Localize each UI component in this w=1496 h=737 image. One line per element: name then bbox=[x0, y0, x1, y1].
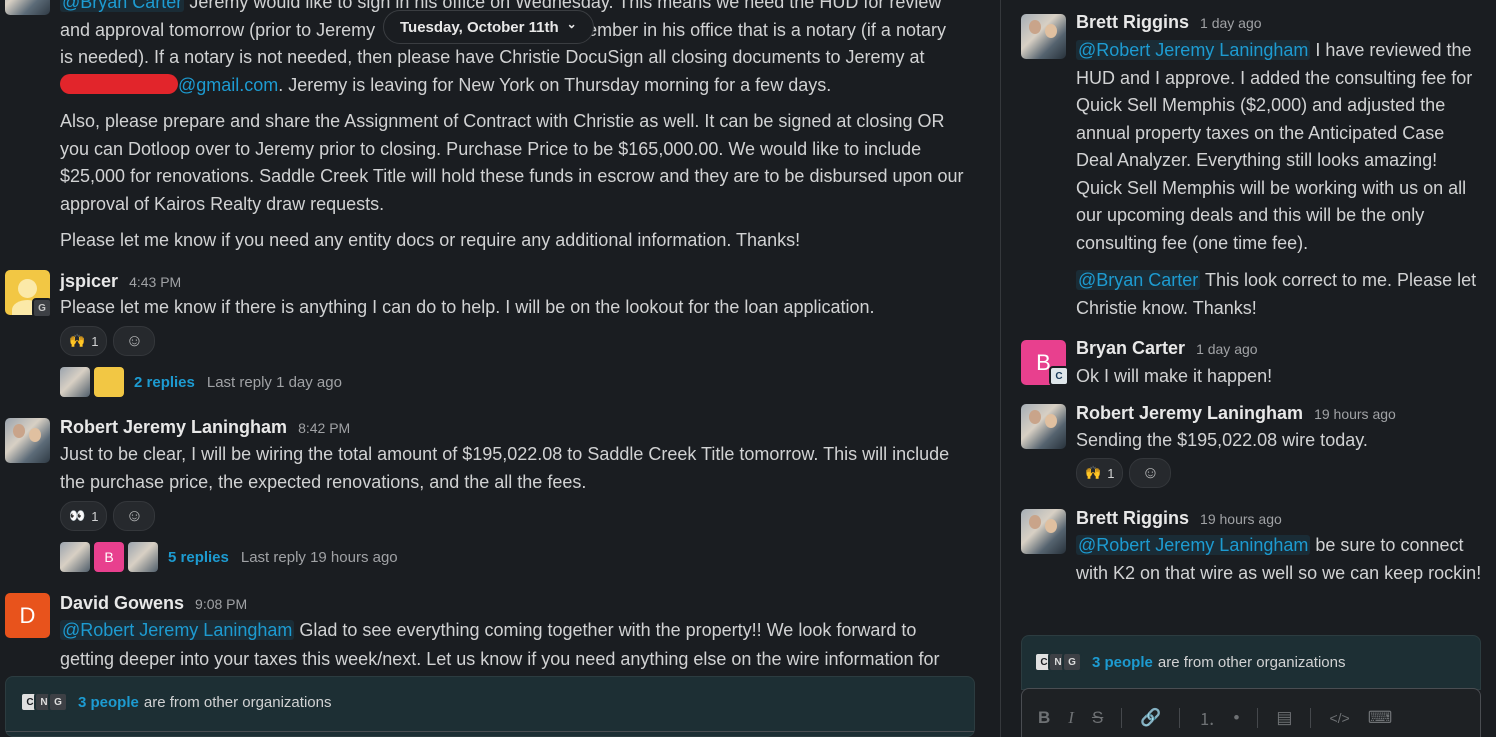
formatting-toolbar: B I S 🔗 ⒈ • ▤ </> ⌨ bbox=[1038, 705, 1392, 730]
channel-messages: @Bryan Carter Jeremy would like to sign … bbox=[0, 0, 986, 737]
avatar bbox=[60, 542, 90, 572]
avatar[interactable] bbox=[1021, 509, 1066, 554]
avatar[interactable] bbox=[1021, 404, 1066, 449]
mention[interactable]: @Robert Jeremy Laningham bbox=[1076, 535, 1311, 555]
bold-icon[interactable]: B bbox=[1038, 708, 1050, 728]
avatar bbox=[94, 367, 124, 397]
message-text: Please let me know if there is anything … bbox=[60, 297, 875, 317]
external-org-banner: CNG 3 people are from other organization… bbox=[1021, 635, 1481, 690]
mention[interactable]: @Robert Jeremy Laningham bbox=[1076, 40, 1311, 60]
code-block-icon[interactable]: ⌨ bbox=[1368, 708, 1393, 728]
timestamp[interactable]: 9:08 PM bbox=[195, 596, 247, 612]
org-avatar-stack: CNG bbox=[1034, 652, 1082, 672]
external-org-banner: CNG 3 people are from other organization… bbox=[5, 676, 975, 737]
reply-composer[interactable]: B I S 🔗 ⒈ • ▤ </> ⌨ bbox=[1021, 688, 1481, 737]
thread-summary[interactable]: 2 replies Last reply 1 day ago bbox=[60, 367, 342, 397]
add-reaction-icon[interactable]: ☺ bbox=[113, 501, 156, 531]
people-link[interactable]: 3 people bbox=[1092, 654, 1153, 671]
message-text: Just to be clear, I will be wiring the t… bbox=[60, 444, 950, 492]
timestamp[interactable]: 1 day ago bbox=[1196, 341, 1258, 357]
redaction-mark bbox=[60, 73, 178, 94]
timestamp[interactable]: 19 hours ago bbox=[1200, 511, 1282, 527]
avatar bbox=[60, 367, 90, 397]
mention[interactable]: @Bryan Carter bbox=[60, 0, 185, 12]
timestamp[interactable]: 1 day ago bbox=[1200, 15, 1262, 31]
last-reply-text: Last reply 1 day ago bbox=[206, 373, 342, 391]
sender-name[interactable]: Robert Jeremy Laningham bbox=[1076, 403, 1303, 423]
mention[interactable]: @Robert Jeremy Laningham bbox=[60, 620, 295, 640]
blockquote-icon[interactable]: ▤ bbox=[1276, 708, 1292, 728]
people-link[interactable]: 3 people bbox=[78, 694, 139, 711]
email-link[interactable]: @gmail.com bbox=[178, 75, 278, 95]
reaction-raised-hands[interactable]: 🙌 1 bbox=[60, 326, 108, 356]
chevron-down-icon: ⌄ bbox=[566, 17, 577, 31]
link-icon[interactable]: 🔗 bbox=[1140, 708, 1161, 728]
avatar[interactable] bbox=[1021, 14, 1066, 59]
sender-name[interactable]: Brett Riggins bbox=[1076, 508, 1189, 528]
reaction-raised-hands[interactable]: 🙌 1 bbox=[1076, 458, 1124, 488]
sender-name[interactable]: David Gowens bbox=[60, 593, 184, 613]
sender-name[interactable]: jspicer bbox=[60, 271, 118, 291]
avatar[interactable]: D bbox=[5, 593, 50, 638]
code-icon[interactable]: </> bbox=[1329, 710, 1349, 726]
add-reaction-icon[interactable]: ☺ bbox=[1129, 458, 1172, 488]
timestamp[interactable]: 4:43 PM bbox=[129, 274, 181, 290]
sender-name[interactable]: Robert Jeremy Laningham bbox=[60, 417, 287, 437]
timestamp[interactable]: 19 hours ago bbox=[1314, 406, 1396, 422]
add-reaction-icon[interactable]: ☺ bbox=[113, 326, 156, 356]
mention[interactable]: @Bryan Carter bbox=[1076, 270, 1201, 290]
thread-pane: Brett Riggins 1 day ago @Robert Jeremy L… bbox=[1001, 0, 1496, 737]
replies-link[interactable]: 2 replies bbox=[134, 374, 195, 391]
avatar[interactable] bbox=[5, 0, 50, 15]
reaction-eyes[interactable]: 👀 1 bbox=[60, 501, 108, 531]
avatar bbox=[128, 542, 158, 572]
date-divider-pill[interactable]: Tuesday, October 11th ⌄ bbox=[383, 10, 594, 44]
org-badge: C bbox=[1049, 366, 1069, 386]
last-reply-text: Last reply 19 hours ago bbox=[240, 548, 398, 566]
org-avatar-stack: CNG bbox=[20, 692, 68, 712]
italic-icon[interactable]: I bbox=[1068, 708, 1074, 728]
replies-link[interactable]: 5 replies bbox=[168, 549, 229, 566]
timestamp[interactable]: 8:42 PM bbox=[298, 420, 350, 436]
message-composer[interactable] bbox=[6, 731, 974, 737]
message-text: Ok I will make it happen! bbox=[1076, 366, 1273, 386]
message-text: Sending the $195,022.08 wire today. bbox=[1076, 430, 1368, 450]
thread-summary[interactable]: B 5 replies Last reply 19 hours ago bbox=[60, 542, 398, 572]
ordered-list-icon[interactable]: ⒈ bbox=[1198, 705, 1215, 730]
bulleted-list-icon[interactable]: • bbox=[1233, 708, 1239, 728]
org-badge: G bbox=[32, 298, 52, 318]
message-text: @Robert Jeremy Laningham I have reviewed… bbox=[1076, 40, 1477, 318]
strikethrough-icon[interactable]: S bbox=[1092, 708, 1103, 728]
message-text: @Robert Jeremy Laningham be sure to conn… bbox=[1076, 535, 1482, 583]
avatar: B bbox=[94, 542, 124, 572]
avatar[interactable] bbox=[5, 418, 50, 463]
sender-name[interactable]: Brett Riggins bbox=[1076, 12, 1189, 32]
sender-name[interactable]: Bryan Carter bbox=[1076, 338, 1185, 358]
